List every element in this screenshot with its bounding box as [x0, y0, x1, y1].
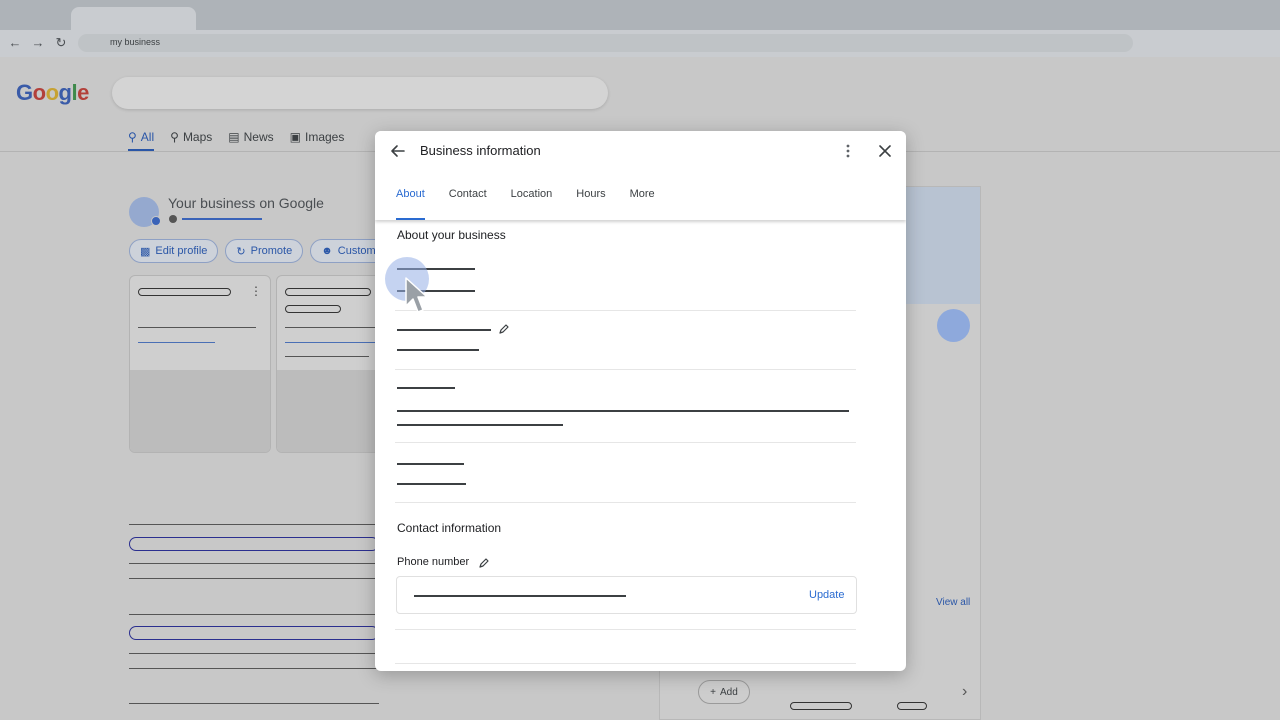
news-icon: ▤: [228, 130, 240, 144]
description-line: [397, 424, 563, 426]
dialog-title: Business information: [420, 143, 541, 158]
placeholder-line: [129, 524, 379, 525]
image-icon: ▣: [289, 130, 301, 144]
business-chips: ▩ Edit profile ↻ Promote ☻ Customers: [129, 239, 402, 263]
placeholder-line: [129, 653, 379, 654]
placeholder-line: [182, 218, 262, 220]
google-logo[interactable]: Google: [16, 80, 89, 106]
people-icon: ☻: [321, 245, 333, 257]
phone-number-label: Phone number: [397, 556, 470, 568]
field-value: [397, 349, 479, 351]
dialog-tabs: About Contact Location Hours More: [396, 188, 655, 220]
highlighted-link[interactable]: [129, 537, 379, 551]
placeholder-pill: [285, 305, 341, 313]
highlighted-link[interactable]: [129, 626, 379, 640]
placeholder-pill: [285, 288, 371, 296]
tab-label: All: [140, 130, 155, 144]
tab-about[interactable]: About: [396, 188, 425, 220]
chevron-right-icon[interactable]: ›: [962, 683, 967, 701]
pencil-icon[interactable]: [478, 557, 490, 569]
more-vert-icon[interactable]: [841, 141, 855, 161]
placeholder-pill: [790, 702, 852, 710]
tab-label: Images: [304, 130, 345, 144]
tab-news[interactable]: ▤ News: [228, 128, 273, 152]
forward-arrow-icon[interactable]: →: [31, 36, 45, 50]
section-divider: [395, 663, 856, 664]
section-divider: [395, 310, 856, 311]
contact-section-title: Contact information: [397, 521, 502, 535]
placeholder-pill: [897, 702, 927, 710]
back-arrow-icon[interactable]: ←: [8, 36, 22, 50]
business-card[interactable]: ⋮: [129, 275, 271, 453]
edit-profile-button[interactable]: ▩ Edit profile: [129, 239, 219, 263]
map-pin-icon: ⚲: [170, 130, 179, 144]
tab-more[interactable]: More: [630, 188, 655, 220]
phone-number-field[interactable]: [396, 576, 857, 614]
field-value: [397, 483, 466, 485]
add-label: Add: [720, 686, 738, 698]
placeholder-line: [129, 703, 379, 704]
logo-letter: o: [32, 80, 46, 105]
mouse-cursor-icon: [405, 277, 428, 313]
browser-tab[interactable]: [71, 7, 196, 30]
placeholder-pill: [138, 288, 231, 296]
logo-letter: g: [58, 80, 72, 105]
address-bar[interactable]: my business: [78, 34, 1133, 52]
section-divider: [395, 442, 856, 443]
add-button[interactable]: + Add: [698, 680, 750, 704]
tab-maps[interactable]: ⚲ Maps: [170, 128, 212, 152]
tab-label: News: [243, 130, 274, 144]
tab-hours[interactable]: Hours: [576, 188, 605, 220]
description-line: [397, 410, 849, 412]
placeholder-line: [129, 614, 379, 615]
plus-icon: +: [710, 686, 717, 698]
address-text: my business: [110, 37, 161, 47]
view-all-link[interactable]: View all: [936, 597, 970, 608]
dialog-body: About your business Contact information …: [375, 220, 906, 671]
promote-button[interactable]: ↻ Promote: [225, 239, 304, 263]
placeholder-line: [129, 578, 379, 579]
search-input[interactable]: [112, 77, 608, 109]
section-divider: [395, 629, 856, 630]
chip-label: Edit profile: [155, 245, 208, 257]
more-vert-icon[interactable]: ⋮: [250, 284, 262, 298]
storefront-icon: ▩: [140, 245, 151, 258]
card-image: [130, 370, 270, 452]
tab-contact[interactable]: Contact: [449, 188, 487, 220]
business-title: Your business on Google: [168, 195, 324, 211]
tab-images[interactable]: ▣ Images: [290, 128, 345, 152]
logo-letter: o: [45, 80, 59, 105]
placeholder-line: [285, 356, 369, 357]
field-label: [397, 387, 455, 389]
close-icon[interactable]: [875, 141, 895, 161]
search-icon: ⚲: [128, 130, 137, 144]
status-dot: [169, 215, 177, 223]
section-divider: [395, 502, 856, 503]
field-label: [397, 463, 464, 465]
tab-label: Maps: [182, 130, 213, 144]
logo-letter: e: [77, 80, 89, 105]
placeholder-line: [138, 327, 256, 328]
placeholder-line: [129, 668, 379, 669]
dialog-header: Business information About Contact Locat…: [375, 131, 906, 220]
business-info-dialog: Business information About Contact Locat…: [375, 131, 906, 671]
back-arrow-icon[interactable]: [388, 141, 408, 161]
tab-location[interactable]: Location: [511, 188, 553, 220]
section-divider: [395, 369, 856, 370]
reload-icon[interactable]: ↻: [54, 36, 68, 50]
update-button[interactable]: Update: [809, 589, 844, 601]
chip-label: Promote: [250, 245, 293, 257]
placeholder-line: [129, 563, 379, 564]
field-label: [397, 329, 491, 331]
pencil-icon[interactable]: [498, 323, 510, 335]
verified-check-icon: [151, 216, 161, 226]
logo-letter: G: [16, 80, 33, 105]
avatar: [937, 309, 970, 342]
placeholder-line: [138, 342, 215, 343]
results-tabs: ⚲ All ⚲ Maps ▤ News ▣ Images: [128, 128, 344, 152]
trend-icon: ↻: [236, 245, 246, 258]
tab-all[interactable]: ⚲ All: [128, 128, 155, 152]
phone-number-value: [414, 595, 626, 597]
about-section-title: About your business: [397, 228, 506, 242]
